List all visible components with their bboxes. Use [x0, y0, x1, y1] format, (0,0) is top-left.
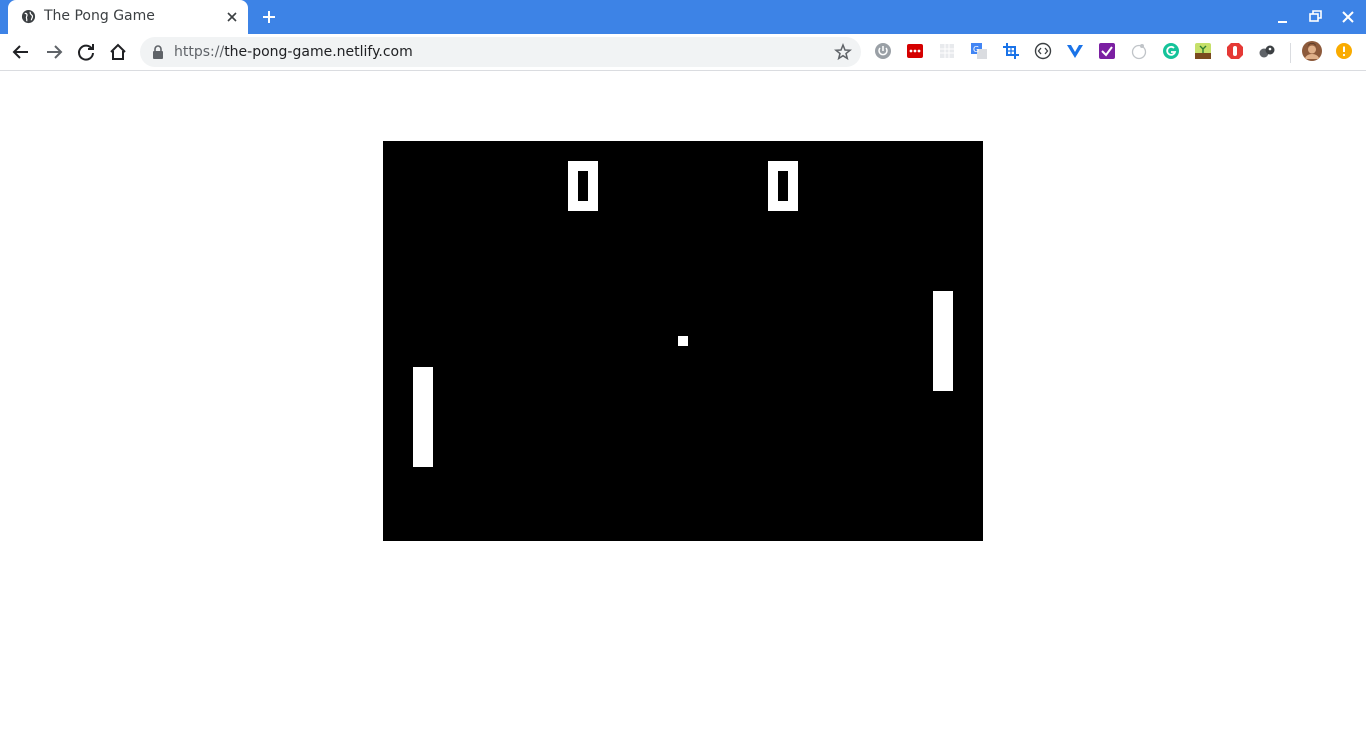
globe-icon — [21, 9, 36, 24]
close-icon[interactable] — [224, 9, 240, 25]
browser-toolbar: https://the-pong-game.netlify.com G — [0, 34, 1366, 71]
update-alert-icon[interactable] — [1335, 42, 1353, 60]
home-icon[interactable] — [107, 41, 129, 63]
purple-check-extension-icon[interactable] — [1098, 42, 1116, 60]
svg-text:G: G — [973, 45, 979, 54]
code-extension-icon[interactable] — [1034, 42, 1052, 60]
crop-extension-icon[interactable] — [1002, 42, 1020, 60]
circle-extension-icon[interactable] — [1130, 42, 1148, 60]
red-dots-extension-icon[interactable] — [906, 42, 924, 60]
plant-extension-icon[interactable] — [1194, 42, 1212, 60]
plus-icon[interactable] — [259, 7, 279, 27]
url-text[interactable]: https://the-pong-game.netlify.com — [174, 44, 413, 60]
grid-extension-icon[interactable] — [938, 42, 956, 60]
translate-extension-icon[interactable]: G — [970, 42, 988, 60]
ball — [678, 336, 688, 346]
address-bar[interactable]: https://the-pong-game.netlify.com — [140, 37, 861, 67]
lock-icon[interactable] — [152, 45, 164, 59]
stop-hand-extension-icon[interactable] — [1226, 42, 1244, 60]
back-arrow-icon[interactable] — [10, 41, 32, 63]
tab-title: The Pong Game — [44, 8, 155, 24]
tab-the-pong-game[interactable]: The Pong Game — [8, 0, 248, 34]
vue-extension-icon[interactable] — [1066, 42, 1084, 60]
toolbar-separator — [1290, 43, 1291, 63]
minimize-icon[interactable] — [1274, 8, 1292, 26]
grammarly-extension-icon[interactable] — [1162, 42, 1180, 60]
restore-icon[interactable] — [1306, 8, 1324, 26]
reload-icon[interactable] — [75, 41, 97, 63]
url-scheme: https:// — [174, 44, 225, 60]
pen-extension-icon[interactable] — [1258, 42, 1276, 60]
profile-avatar-icon[interactable] — [1302, 41, 1322, 61]
url-host: the-pong-game.netlify.com — [224, 44, 413, 60]
right-paddle — [933, 291, 953, 391]
right-score-digit — [768, 161, 798, 211]
pong-game-canvas[interactable]: 0 0 — [383, 141, 983, 541]
left-score-digit — [568, 161, 598, 211]
window-close-icon[interactable] — [1339, 8, 1357, 26]
power-extension-icon[interactable] — [874, 42, 892, 60]
tab-strip: The Pong Game — [0, 0, 1366, 34]
forward-arrow-icon[interactable] — [43, 41, 65, 63]
left-paddle — [413, 367, 433, 467]
star-icon[interactable] — [834, 43, 852, 61]
